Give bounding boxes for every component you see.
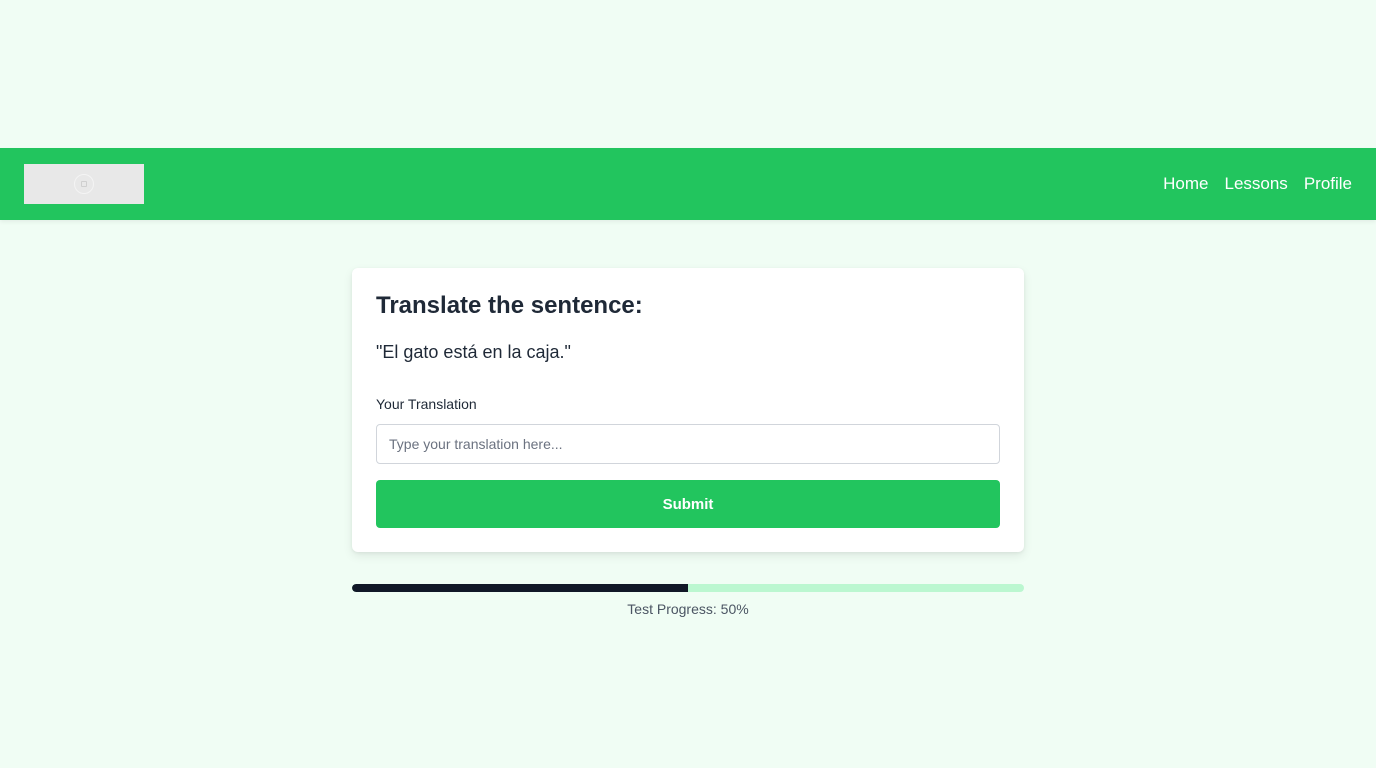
navbar: Home Lessons Profile xyxy=(0,148,1376,220)
progress-bar xyxy=(352,584,1024,592)
submit-button[interactable]: Submit xyxy=(376,480,1000,528)
nav-link-lessons[interactable]: Lessons xyxy=(1224,174,1287,194)
translation-input[interactable] xyxy=(376,424,1000,464)
translation-label: Your Translation xyxy=(376,396,477,412)
top-spacer xyxy=(0,0,1376,148)
nav-link-home[interactable]: Home xyxy=(1163,174,1208,194)
logo-placeholder-icon xyxy=(74,174,94,194)
progress-text: Test Progress: 50% xyxy=(627,601,749,617)
logo[interactable] xyxy=(24,164,144,204)
card-title: Translate the sentence: xyxy=(376,292,643,319)
nav-link-profile[interactable]: Profile xyxy=(1304,174,1352,194)
nav-links: Home Lessons Profile xyxy=(1163,148,1352,220)
source-sentence: "El gato está en la caja." xyxy=(376,342,571,362)
translation-card: Translate the sentence: "El gato está en… xyxy=(352,268,1024,552)
progress-fill xyxy=(352,584,688,592)
